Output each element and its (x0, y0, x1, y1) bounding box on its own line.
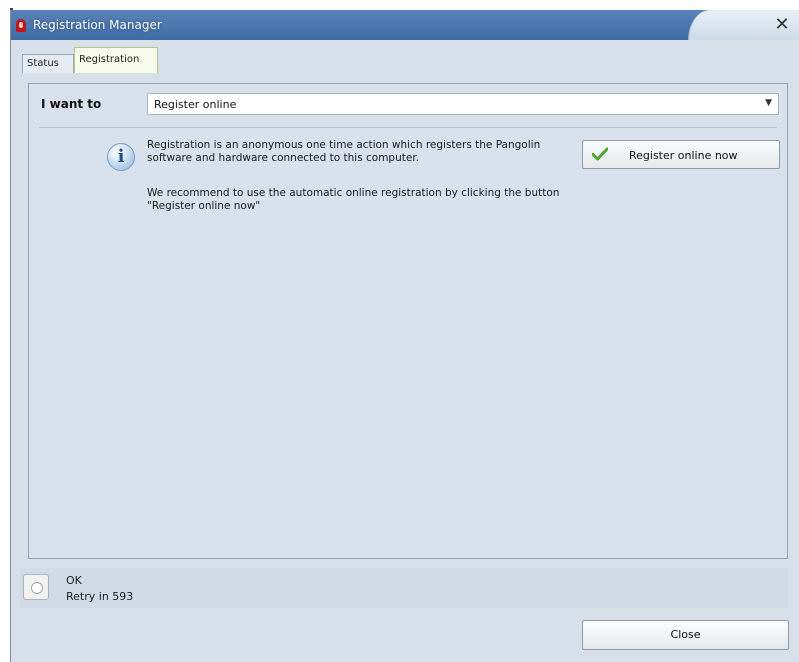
close-icon[interactable]: ✕ (771, 14, 793, 36)
checkmark-icon (592, 147, 608, 161)
info-paragraph-1: Registration is an anonymous one time ac… (147, 139, 541, 164)
retry-countdown: Retry in 593 (66, 590, 134, 603)
action-select-value: Register online (154, 98, 237, 111)
register-online-now-button[interactable]: Register online now (582, 140, 780, 169)
status-bar: OK Retry in 593 (20, 568, 788, 608)
section-divider (39, 127, 777, 128)
status-text: OK (66, 574, 82, 587)
info-paragraph-2: We recommend to use the automatic online… (147, 187, 560, 212)
i-want-to-label: I want to (41, 97, 102, 111)
window-title: Registration Manager (33, 18, 162, 32)
status-indicator-icon (23, 574, 49, 600)
action-select[interactable]: Register online ▼ (147, 93, 779, 115)
tab-status[interactable]: Status (22, 54, 74, 73)
close-button[interactable]: Close (582, 620, 789, 650)
screen-top-edge (0, 0, 799, 10)
app-icon (16, 19, 26, 32)
register-online-now-label: Register online now (629, 149, 738, 162)
tab-registration[interactable]: Registration (74, 47, 158, 73)
registration-panel: I want to Register online ▼ i Registrati… (28, 83, 788, 559)
chevron-down-icon[interactable]: ▼ (765, 98, 772, 108)
title-bar[interactable]: Registration Manager ✕ (11, 10, 799, 40)
info-icon: i (107, 143, 135, 171)
